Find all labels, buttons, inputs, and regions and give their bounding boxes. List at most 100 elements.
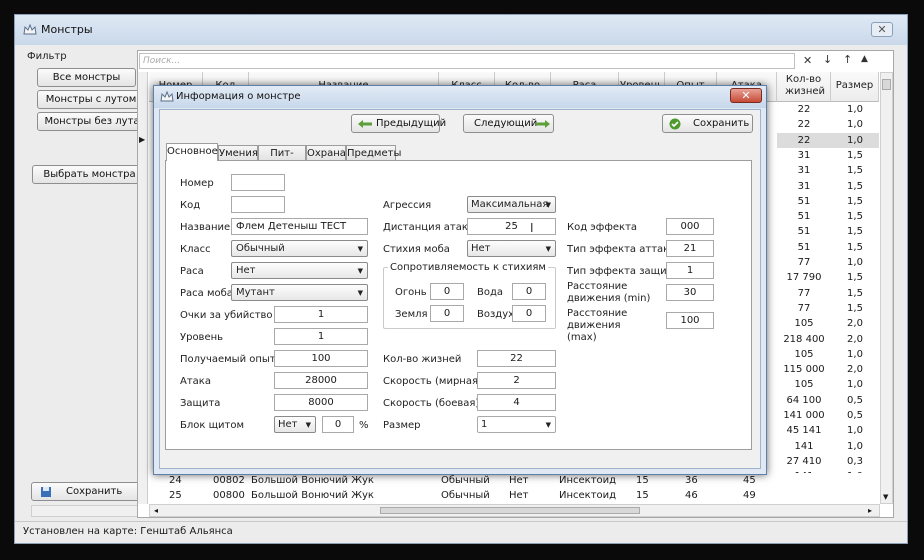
table-row[interactable]: 105 1,0 <box>777 377 879 392</box>
table-row[interactable]: 77 1,5 <box>777 301 879 316</box>
table-row[interactable]: 141 1,0 <box>777 439 879 454</box>
table-row[interactable]: 22 1,0 <box>777 117 879 132</box>
cell-size: 1,5 <box>847 180 863 192</box>
move-min-field[interactable]: 30 <box>666 284 714 301</box>
cell-class: Обычный <box>441 490 490 501</box>
tab-pit-boss[interactable]: Пит-Босс <box>258 145 306 174</box>
grid-horizontal-scrollbar[interactable]: ◂ ▸ <box>149 504 880 517</box>
number-field[interactable] <box>231 174 285 191</box>
cell-size: 2,0 <box>847 318 863 330</box>
tab-items[interactable]: Предметы <box>346 145 401 161</box>
table-row[interactable]: 51 1,5 <box>777 240 879 255</box>
tab-guard[interactable]: Охрана <box>306 145 346 161</box>
size-value: 1 <box>481 419 488 430</box>
scroll-right-icon[interactable]: ▸ <box>868 506 872 515</box>
cell-race: Инсектоид <box>559 490 617 501</box>
monsters-without-loot-button[interactable]: Монстры без лута <box>37 112 147 131</box>
defense-effect-field[interactable]: 1 <box>666 262 714 279</box>
tab-basic[interactable]: Основное <box>166 143 218 161</box>
cell-code: 00802 <box>213 475 245 486</box>
table-row[interactable]: 51 1,5 <box>777 224 879 239</box>
attack-effect-field[interactable]: 21 <box>666 240 714 257</box>
arrow-up-icon[interactable]: ↑ <box>843 53 852 66</box>
resistance-title: Сопротивляемость к стихиям <box>388 262 548 273</box>
code-label: Код <box>180 200 201 211</box>
table-row[interactable]: 77 1,0 <box>777 255 879 270</box>
table-row[interactable]: 115 000 2,0 <box>777 362 879 377</box>
col-header-size[interactable]: Размер <box>831 72 879 102</box>
table-row[interactable]: 51 1,5 <box>777 194 879 209</box>
attack-range-field[interactable]: 25 <box>467 218 556 235</box>
table-row[interactable]: 105 2,0 <box>777 316 879 331</box>
table-row[interactable]: 24 00802 Большой Вонючий Жук Обычный Нет… <box>149 473 879 488</box>
table-row[interactable]: 31 1,5 <box>777 179 879 194</box>
defense-field[interactable]: 8000 <box>274 394 368 411</box>
cell-num: 24 <box>169 475 182 486</box>
class-select[interactable]: Обычный ▼ <box>231 240 368 257</box>
earth-resist-field[interactable]: 0 <box>430 305 464 322</box>
table-row[interactable]: 27 410 0,3 <box>777 454 879 469</box>
name-field[interactable]: Флем Детеныш ТЕСТ <box>231 218 368 235</box>
dialog-save-button[interactable]: Сохранить <box>662 114 753 133</box>
table-row[interactable]: 22 1,0 <box>777 102 879 117</box>
hp-field[interactable]: 22 <box>477 350 556 367</box>
tab-skills[interactable]: Умения <box>218 145 258 161</box>
hscroll-thumb[interactable] <box>380 507 640 514</box>
move-max-field[interactable]: 100 <box>666 312 714 329</box>
table-row[interactable]: 22 1,0 <box>777 132 879 148</box>
table-row[interactable]: 17 790 1,5 <box>777 270 879 285</box>
grid-vertical-scrollbar[interactable]: ▼ <box>880 72 893 504</box>
shield-block-percent-field[interactable]: 0 <box>322 416 354 433</box>
attack-field[interactable]: 28000 <box>274 372 368 389</box>
water-resist-field[interactable]: 0 <box>512 283 546 300</box>
cell-hp: 105 <box>794 318 814 330</box>
race-select[interactable]: Нет ▼ <box>231 262 368 279</box>
scroll-left-icon[interactable]: ◂ <box>154 506 158 515</box>
scroll-thumb[interactable] <box>882 79 891 90</box>
all-monsters-button[interactable]: Все монстры <box>37 68 136 87</box>
aggression-select[interactable]: Максимальная ▼ <box>467 196 556 213</box>
left-scrollbar[interactable] <box>31 505 147 517</box>
triangle-up-icon[interactable]: ▲ <box>861 54 868 64</box>
arrow-down-icon[interactable]: ↓ <box>823 53 832 66</box>
level-field[interactable]: 1 <box>274 328 368 345</box>
mob-race-select[interactable]: Мутант ▼ <box>231 284 368 301</box>
crown-icon <box>160 90 174 102</box>
save-button[interactable]: Сохранить <box>31 482 146 501</box>
cell-hp: 31 <box>797 180 811 192</box>
table-row[interactable]: 25 00800 Большой Вонючий Жук Обычный Нет… <box>149 488 879 503</box>
select-monster-button[interactable]: Выбрать монстра <box>32 165 147 184</box>
search-input[interactable]: Поиск... <box>139 53 795 69</box>
monsters-with-loot-button[interactable]: Монстры с лутом <box>37 90 145 109</box>
speed-battle-field[interactable]: 4 <box>477 394 556 411</box>
previous-button[interactable]: Предыдущий <box>351 114 446 133</box>
speed-peace-field[interactable]: 2 <box>477 372 556 389</box>
next-button[interactable]: Следующий <box>463 114 554 133</box>
table-row[interactable]: 141 000 0,5 <box>777 408 879 423</box>
table-row[interactable]: 77 1,5 <box>777 286 879 301</box>
clear-icon[interactable]: ✕ <box>803 54 812 67</box>
close-icon[interactable]: ✕ <box>730 88 762 103</box>
table-row[interactable]: 51 1,5 <box>777 209 879 224</box>
mob-element-select[interactable]: Нет ▼ <box>467 240 556 257</box>
table-row[interactable]: 31 1,5 <box>777 148 879 163</box>
close-icon[interactable]: ✕ <box>871 22 893 37</box>
table-row[interactable]: 45 141 1,0 <box>777 423 879 438</box>
table-row[interactable]: 31 1,5 <box>777 163 879 178</box>
kill-points-field[interactable]: 1 <box>274 306 368 323</box>
table-row[interactable]: 64 100 0,5 <box>777 393 879 408</box>
table-row[interactable]: 218 400 2,0 <box>777 332 879 347</box>
cell-hp: 77 <box>797 302 811 314</box>
size-select[interactable]: 1 ▼ <box>477 416 556 433</box>
fire-resist-field[interactable]: 0 <box>430 283 464 300</box>
code-field[interactable] <box>231 196 285 213</box>
air-resist-field[interactable]: 0 <box>512 305 546 322</box>
shield-block-select[interactable]: Нет ▼ <box>274 416 316 433</box>
col-header-hp[interactable]: Кол-во жизней <box>777 72 831 102</box>
table-row[interactable]: 105 1,0 <box>777 347 879 362</box>
number-label: Номер <box>180 178 214 189</box>
exp-field[interactable]: 100 <box>274 350 368 367</box>
effect-code-field[interactable]: 000 <box>666 218 714 235</box>
scroll-down-icon[interactable]: ▼ <box>883 493 888 501</box>
name-label: Название <box>180 222 231 233</box>
